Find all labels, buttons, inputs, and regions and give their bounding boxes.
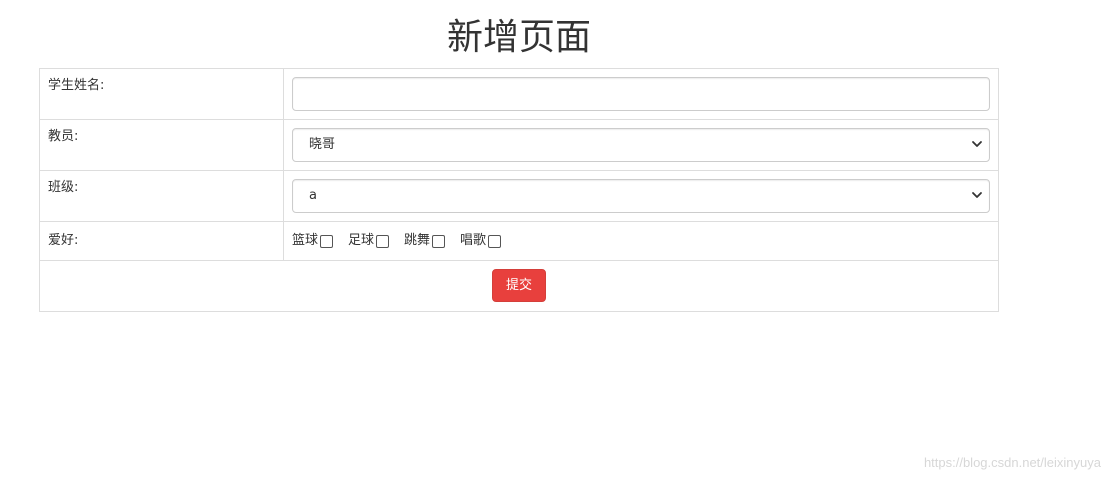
watermark: https://blog.csdn.net/leixinyuya <box>923 455 1101 470</box>
page: 新增页面 学生姓名: 教员: 晓哥 班级: a 爱好: 篮球 足球 跳舞 唱歌 … <box>0 0 1110 481</box>
submit-button[interactable]: 提交 <box>492 269 546 302</box>
form-row-submit: 提交 <box>39 260 999 312</box>
class-selected-value: a <box>309 188 317 203</box>
student-name-input[interactable] <box>292 77 990 111</box>
teacher-label: 教员: <box>39 119 284 171</box>
teacher-select[interactable]: 晓哥 <box>292 128 990 162</box>
hobbies-label: 爱好: <box>39 221 284 261</box>
hobby-option[interactable]: 篮球 <box>292 232 334 250</box>
hobby-option[interactable]: 跳舞 <box>404 232 446 250</box>
form-row-teacher: 教员: 晓哥 <box>39 119 999 171</box>
hobby-option[interactable]: 唱歌 <box>460 232 502 250</box>
hobby-checkbox[interactable] <box>376 234 390 248</box>
hobby-label: 篮球 <box>292 233 319 248</box>
hobby-label: 唱歌 <box>460 233 487 248</box>
class-cell: a <box>283 170 999 222</box>
submit-cell: 提交 <box>39 260 999 312</box>
class-label: 班级: <box>39 170 284 222</box>
hobby-label: 足球 <box>348 233 375 248</box>
class-select[interactable]: a <box>292 179 990 213</box>
page-title: 新增页面 <box>446 17 591 58</box>
hobby-checkbox[interactable] <box>320 234 334 248</box>
teacher-cell: 晓哥 <box>283 119 999 171</box>
form-row-student-name: 学生姓名: <box>39 68 999 120</box>
hobby-checkbox[interactable] <box>432 234 446 248</box>
hobby-checkbox[interactable] <box>488 234 502 248</box>
chevron-down-icon <box>972 141 982 147</box>
student-name-label: 学生姓名: <box>39 68 284 120</box>
hobby-option[interactable]: 足球 <box>348 232 390 250</box>
student-form-table: 学生姓名: 教员: 晓哥 班级: a 爱好: 篮球 足球 跳舞 唱歌 提交 <box>39 68 999 312</box>
student-name-cell <box>283 68 999 120</box>
teacher-selected-value: 晓哥 <box>309 137 336 152</box>
hobbies-cell: 篮球 足球 跳舞 唱歌 <box>283 221 999 261</box>
hobbies-group: 篮球 足球 跳舞 唱歌 <box>292 232 990 250</box>
form-row-hobbies: 爱好: 篮球 足球 跳舞 唱歌 <box>39 221 999 261</box>
hobby-label: 跳舞 <box>404 233 431 248</box>
chevron-down-icon <box>972 192 982 198</box>
form-row-class: 班级: a <box>39 170 999 222</box>
